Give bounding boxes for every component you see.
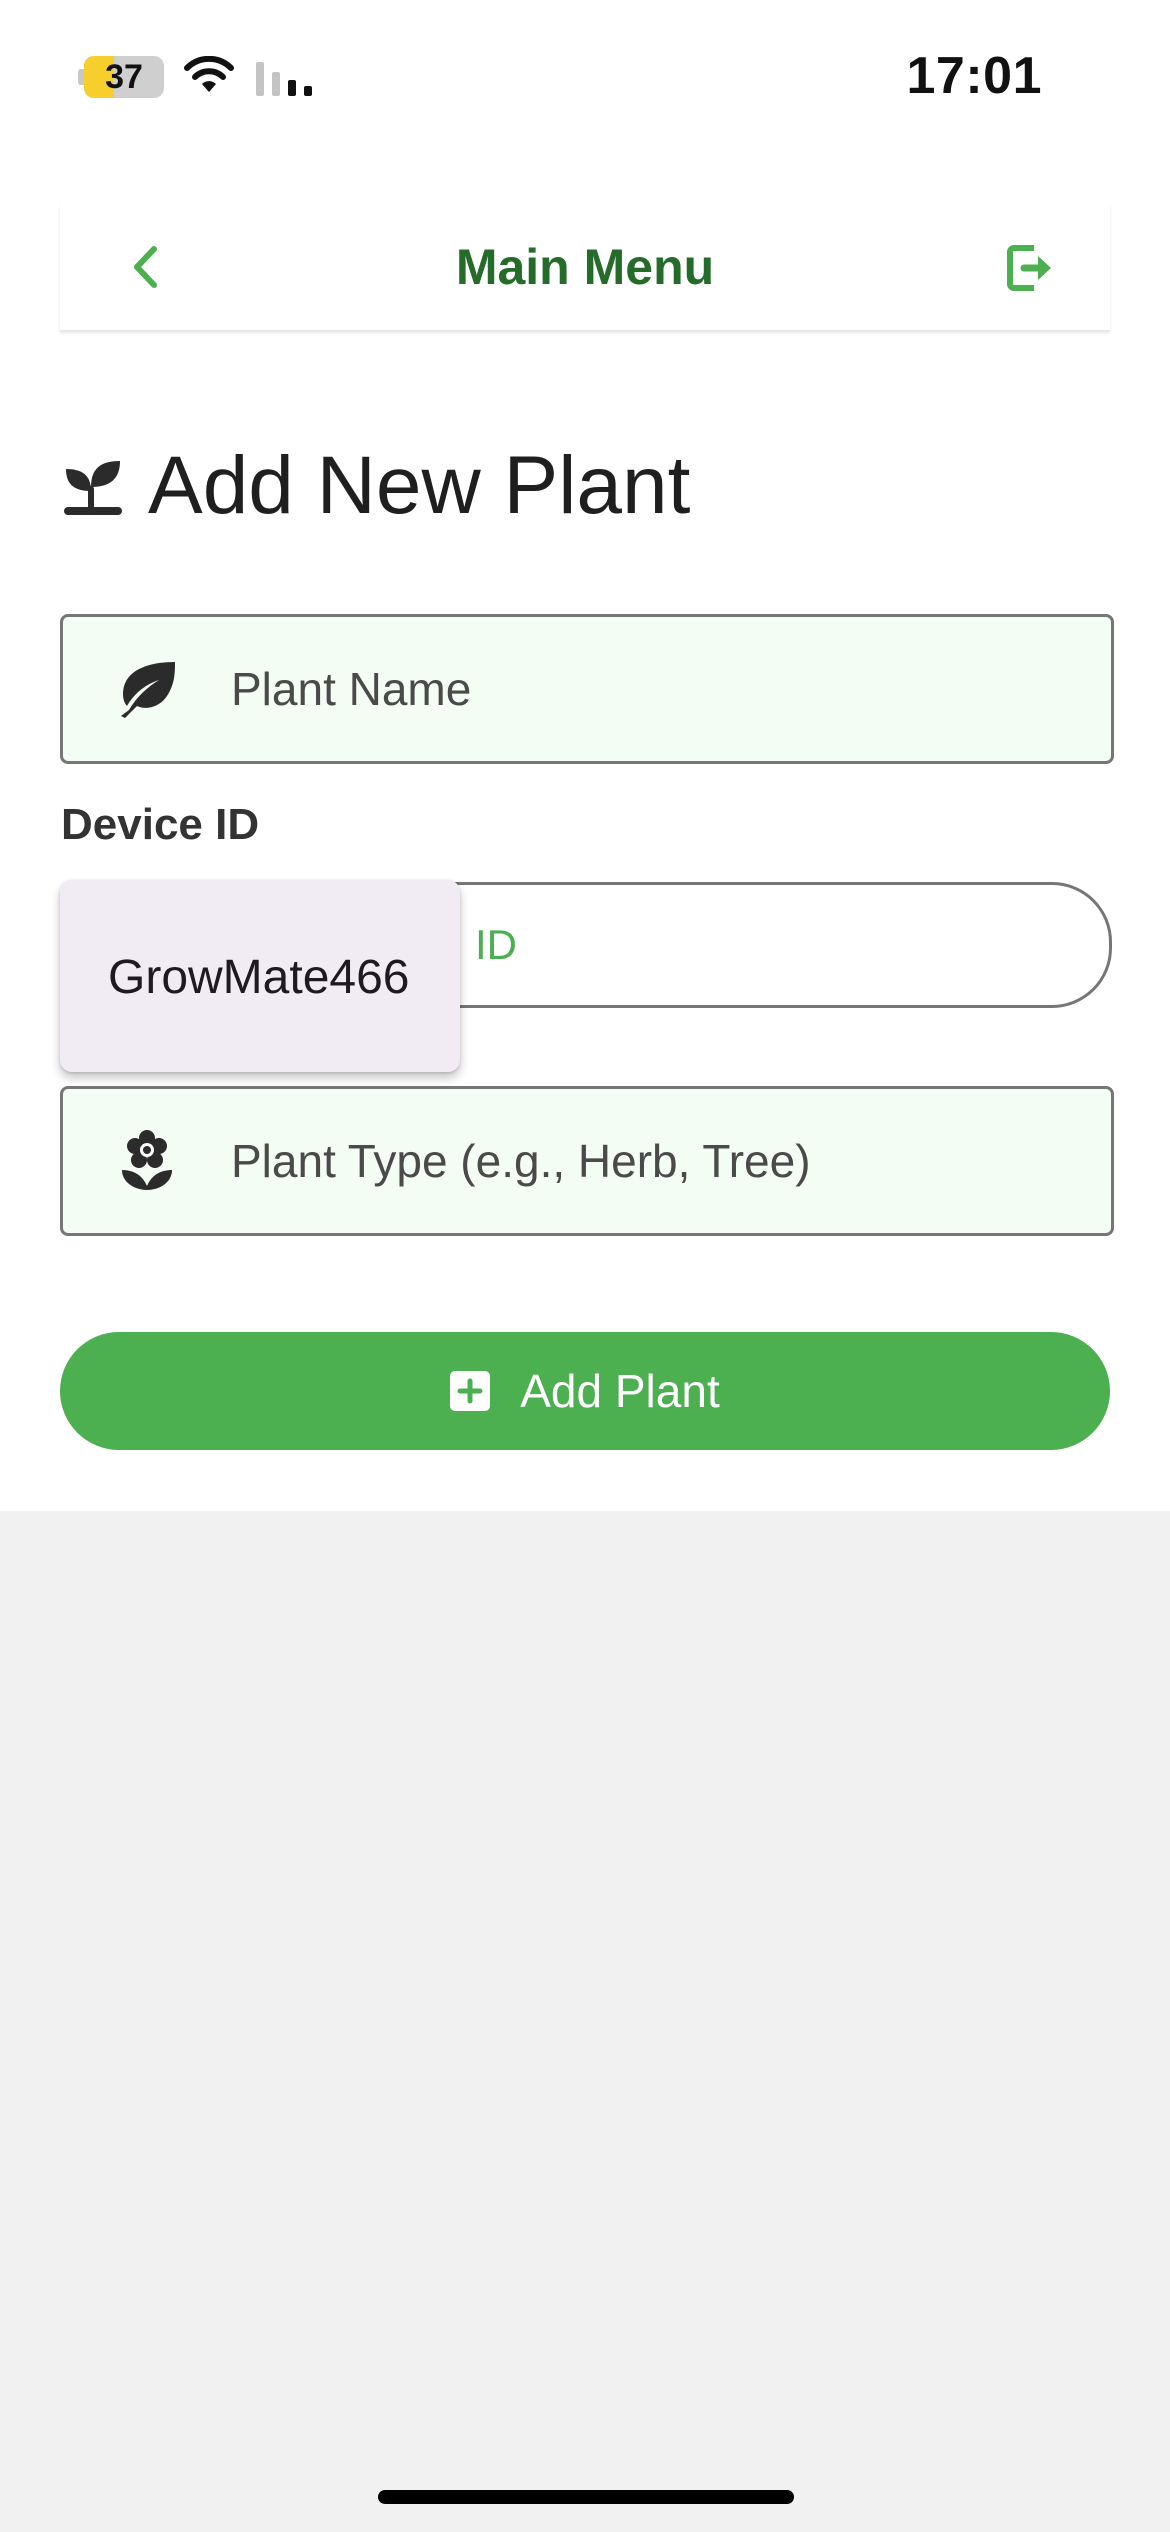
- header-title: Main Menu: [455, 239, 715, 295]
- device-option[interactable]: GrowMate466: [108, 950, 409, 1005]
- app-header: Main Menu: [60, 204, 1110, 331]
- app-screen: 37 17:01 Main Menu Add New Plant Plant N…: [0, 0, 1170, 2532]
- plant-type-input[interactable]: Plant Type (e.g., Herb, Tree): [60, 1086, 1114, 1236]
- sign-out-icon: [1007, 245, 1051, 291]
- battery-level: 37: [105, 57, 143, 96]
- flower-icon: [111, 1125, 183, 1197]
- battery-body: 37: [84, 56, 164, 98]
- seedling-icon: [64, 461, 122, 515]
- page-title-row: Add New Plant: [60, 440, 690, 532]
- plant-name-input[interactable]: Plant Name: [60, 614, 1114, 764]
- status-time: 17:01: [906, 47, 1042, 105]
- wifi-icon: [184, 56, 234, 92]
- battery-indicator: 37: [78, 56, 164, 98]
- plant-type-placeholder: Plant Type (e.g., Herb, Tree): [231, 1135, 811, 1187]
- device-id-dropdown-menu: GrowMate466: [60, 880, 460, 1072]
- plus-square-icon: [450, 1371, 491, 1411]
- device-id-select-text: ID: [475, 921, 517, 968]
- add-plant-label: Add Plant: [520, 1365, 720, 1417]
- cellular-signal-icon: [256, 62, 312, 96]
- device-id-label: Device ID: [61, 800, 260, 849]
- status-bar: 37 17:01: [0, 0, 1170, 150]
- add-plant-button[interactable]: Add Plant: [60, 1332, 1110, 1450]
- plant-name-placeholder: Plant Name: [231, 663, 472, 715]
- logout-button[interactable]: [1002, 240, 1058, 296]
- home-indicator[interactable]: [378, 2490, 794, 2504]
- leaf-icon: [111, 653, 183, 725]
- page-title: Add New Plant: [148, 440, 691, 531]
